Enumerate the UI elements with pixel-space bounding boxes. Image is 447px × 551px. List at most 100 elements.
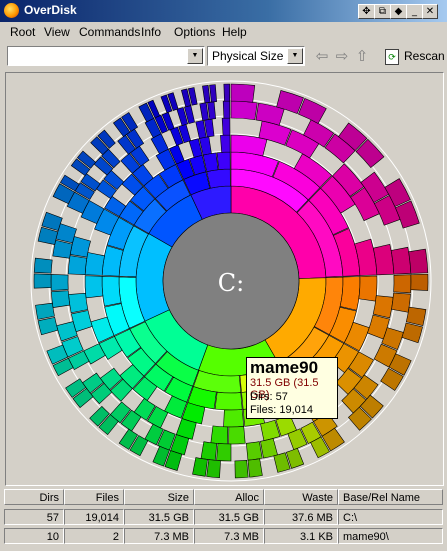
sunburst-segment[interactable] <box>202 84 211 104</box>
sunburst-segment[interactable] <box>390 246 412 275</box>
chevron-down-icon[interactable]: ▼ <box>287 48 303 64</box>
sunburst-segment[interactable] <box>246 441 263 461</box>
chevron-down-icon[interactable]: ▼ <box>187 48 203 64</box>
sunburst-segment[interactable] <box>228 426 246 445</box>
back-arrow-icon[interactable]: ⇦ <box>314 48 330 64</box>
sunburst-segment[interactable] <box>207 101 216 120</box>
sunburst-segment[interactable] <box>206 168 231 189</box>
menu-view[interactable]: View <box>44 25 70 39</box>
sunburst-segment[interactable] <box>35 302 55 320</box>
header-waste[interactable]: Waste <box>264 489 338 505</box>
sunburst-segment[interactable] <box>230 83 256 103</box>
minimize-button[interactable]: _ <box>406 4 423 19</box>
sunburst-segment[interactable] <box>222 100 231 119</box>
row-waste: 37.6 MB <box>264 509 338 525</box>
rescan-icon[interactable]: ⟳ <box>385 49 399 65</box>
pin-icon[interactable]: ✥ <box>358 4 375 19</box>
menu-commands[interactable]: Commands <box>79 25 140 39</box>
sunburst-segment[interactable] <box>247 458 263 478</box>
sunburst-segment[interactable] <box>210 425 229 445</box>
sunburst-segment[interactable] <box>84 252 105 276</box>
row-size: 31.5 GB <box>124 509 194 525</box>
sunburst-segment[interactable] <box>372 243 395 276</box>
tooltip-name: mame90 <box>250 358 319 377</box>
sunburst-segment[interactable] <box>101 275 122 307</box>
sunburst-segment[interactable] <box>221 117 231 136</box>
sunburst-segment[interactable] <box>50 290 71 308</box>
menu-info[interactable]: Info <box>141 25 161 39</box>
header-files[interactable]: Files <box>64 489 124 505</box>
path-combo[interactable]: ▼ <box>7 46 205 66</box>
help-icon[interactable]: ◆ <box>390 4 407 19</box>
sunburst-segment[interactable] <box>223 83 231 102</box>
sunburst-segment[interactable] <box>68 292 89 314</box>
header-name[interactable]: Base/Rel Name <box>338 489 443 505</box>
menu-root[interactable]: Root <box>10 25 35 39</box>
menu-bar: Root View Commands Info Options Help <box>0 22 447 42</box>
sunburst-segment[interactable] <box>230 100 258 121</box>
row-dirs: 57 <box>4 509 64 525</box>
sunburst-canvas[interactable]: C: <box>5 72 444 486</box>
sunburst-segment[interactable] <box>298 97 327 124</box>
tooltip-dirs: Dirs: 57 <box>250 391 288 403</box>
header-alloc[interactable]: Alloc <box>194 489 264 505</box>
size-mode-select[interactable]: Physical Size ▼ <box>207 46 305 66</box>
sunburst-segment[interactable] <box>192 457 208 477</box>
up-arrow-icon[interactable]: ⇧ <box>354 48 370 64</box>
row-waste: 3.1 KB <box>264 528 338 544</box>
header-size[interactable]: Size <box>124 489 194 505</box>
close-button[interactable]: ✕ <box>422 4 438 19</box>
sunburst-segment[interactable] <box>410 273 429 291</box>
sunburst-segment[interactable] <box>223 409 245 428</box>
sunburst-segment[interactable] <box>199 102 209 121</box>
sunburst-segment[interactable] <box>260 438 278 459</box>
sunburst-segment[interactable] <box>220 134 231 153</box>
sunburst-segment[interactable] <box>84 275 104 299</box>
app-icon <box>4 3 19 18</box>
header-dirs[interactable]: Dirs <box>4 489 64 505</box>
row-size: 7.3 MB <box>124 528 194 544</box>
size-mode-value: Physical Size <box>212 49 284 63</box>
row-name: mame90\ <box>338 528 443 544</box>
window-title: OverDisk <box>24 3 77 17</box>
sunburst-segment[interactable] <box>33 257 53 274</box>
sunburst-segment[interactable] <box>52 239 73 259</box>
tooltip-files: Files: 19,014 <box>250 404 313 416</box>
sunburst-chart[interactable]: C: <box>6 73 443 485</box>
menu-options[interactable]: Options <box>174 25 215 39</box>
sunburst-segment[interactable] <box>391 292 411 313</box>
sunburst-segment[interactable] <box>33 273 52 289</box>
row-files: 2 <box>64 528 124 544</box>
sunburst-segment[interactable] <box>372 295 394 319</box>
restore-small-icon[interactable]: ⧉ <box>374 4 391 19</box>
sunburst-segment[interactable] <box>405 306 427 327</box>
sunburst-segment[interactable] <box>50 274 69 291</box>
table-row: 10 2 7.3 MB 7.3 MB 3.1 KB mame90\ <box>4 528 443 546</box>
row-alloc: 7.3 MB <box>194 528 264 544</box>
sunburst-segment[interactable] <box>206 459 221 478</box>
sunburst-segment[interactable] <box>67 255 88 275</box>
sunburst-segment[interactable] <box>216 443 232 462</box>
center-label: C: <box>218 269 244 297</box>
sunburst-segment[interactable] <box>393 274 412 294</box>
row-files: 19,014 <box>64 509 124 525</box>
sunburst-segment[interactable] <box>339 276 361 311</box>
sunburst-segment[interactable] <box>37 316 59 336</box>
menu-help[interactable]: Help <box>222 25 247 39</box>
row-dirs: 10 <box>4 528 64 544</box>
row-alloc: 31.5 GB <box>194 509 264 525</box>
table-row: 57 19,014 31.5 GB 31.5 GB 37.6 MB C:\ <box>4 509 443 527</box>
sunburst-segment[interactable] <box>401 322 423 344</box>
sunburst-segment[interactable] <box>358 275 378 302</box>
rescan-button[interactable]: Rescan <box>404 49 445 63</box>
sunburst-segment[interactable] <box>408 248 429 274</box>
forward-arrow-icon[interactable]: ⇨ <box>334 48 350 64</box>
title-bar: OverDisk ✥ ⧉ ◆ _ ✕ <box>0 0 447 22</box>
sunburst-segment[interactable] <box>200 441 218 461</box>
sunburst-segment[interactable] <box>209 84 217 103</box>
row-name: C:\ <box>338 509 443 525</box>
toolbar: ▼ Physical Size ▼ <box>0 43 447 71</box>
sunburst-segment[interactable] <box>214 391 243 411</box>
sunburst-segment[interactable] <box>216 151 231 170</box>
sunburst-segment[interactable] <box>234 459 249 479</box>
